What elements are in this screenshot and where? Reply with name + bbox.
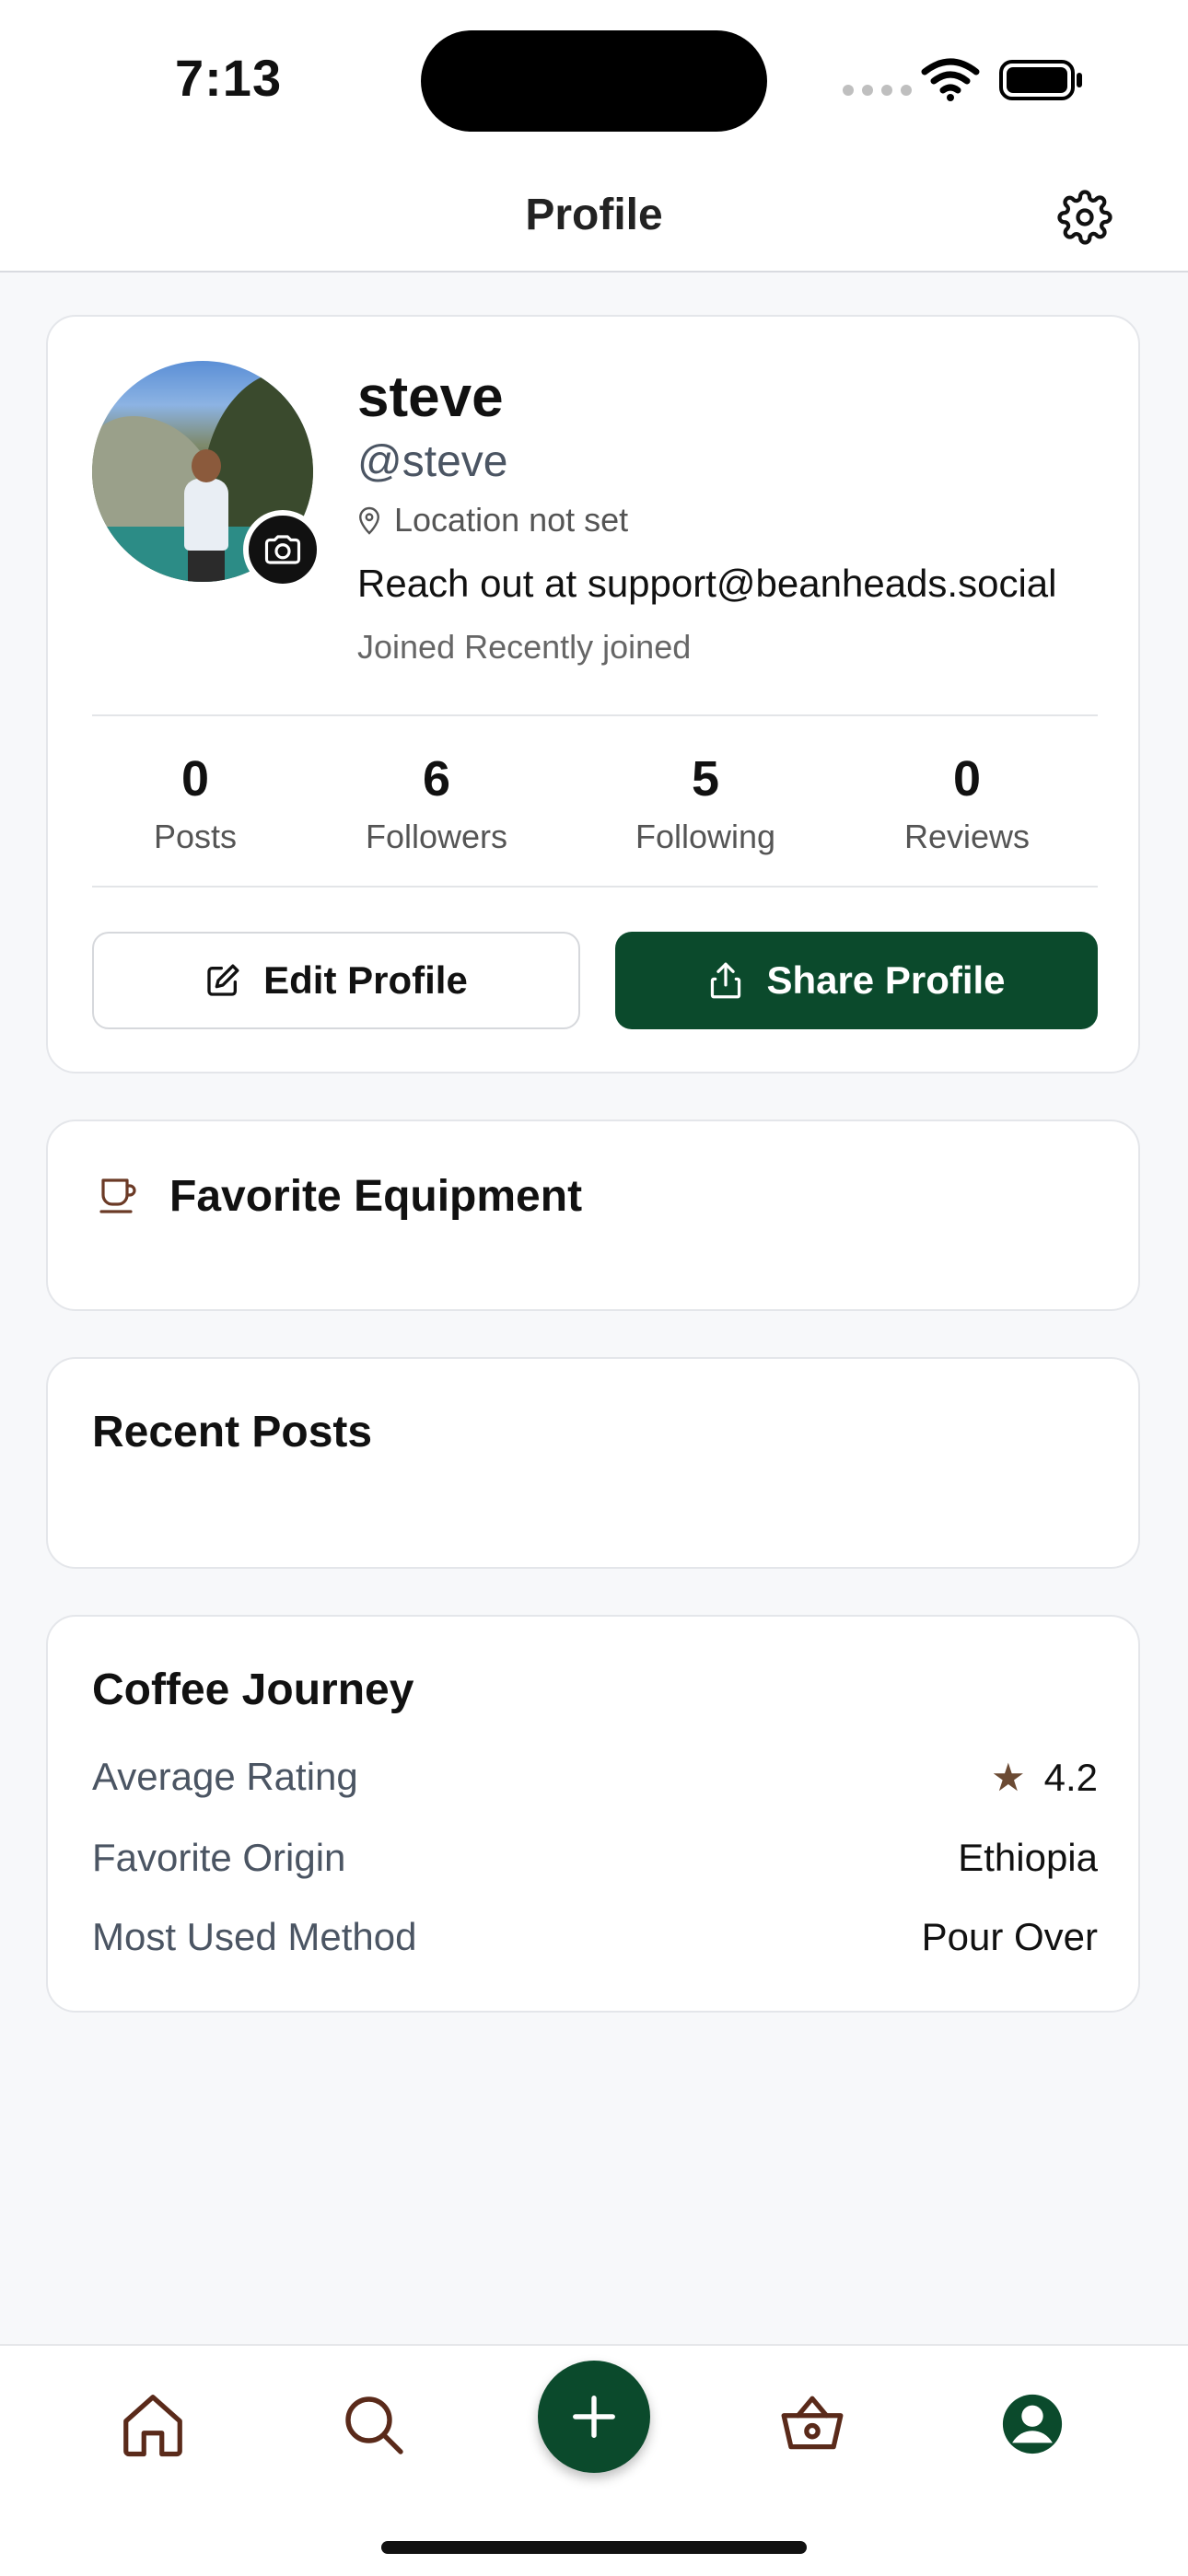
share-icon <box>711 962 741 999</box>
profile-stats: 0 Posts 6 Followers 5 Following 0 Review… <box>92 751 1098 862</box>
row-label: Most Used Method <box>92 1915 417 1958</box>
favorite-equipment-card: Favorite Equipment <box>46 1120 1140 1311</box>
share-profile-label: Share Profile <box>766 958 1006 1002</box>
recent-posts-card: Recent Posts <box>46 1357 1140 1569</box>
tab-home[interactable] <box>111 2383 194 2466</box>
stat-value: 6 <box>422 751 451 806</box>
profile-card: steve @steve Location not set Reach out … <box>46 315 1140 1073</box>
page-title: Profile <box>525 191 663 239</box>
stat-posts[interactable]: 0 Posts <box>154 751 237 856</box>
stat-value: 0 <box>952 751 982 806</box>
stat-row-most-used-method: Most Used Method Pour Over <box>92 1915 1098 1959</box>
stat-row-favorite-origin: Favorite Origin Ethiopia <box>92 1836 1098 1880</box>
average-rating-value: 4.2 <box>1043 1756 1098 1799</box>
edit-profile-button[interactable]: Edit Profile <box>92 932 580 1029</box>
home-indicator <box>381 2541 807 2554</box>
dynamic-island <box>421 30 767 132</box>
recent-posts-title: Recent Posts <box>92 1408 373 1456</box>
camera-icon <box>264 535 301 564</box>
cup-icon <box>99 1178 136 1213</box>
favorite-equipment-title: Favorite Equipment <box>169 1172 583 1221</box>
cellular-signal-icon <box>843 85 912 96</box>
tab-profile[interactable] <box>991 2383 1074 2466</box>
edit-profile-label: Edit Profile <box>263 958 468 1002</box>
stat-value: 5 <box>691 751 720 806</box>
profile-bio: Reach out at support@beanheads.social <box>357 562 1057 605</box>
location-text: Location not set <box>394 501 629 539</box>
stat-reviews[interactable]: 0 Reviews <box>904 751 1030 856</box>
tab-basket[interactable] <box>771 2383 854 2466</box>
stat-following[interactable]: 5 Following <box>635 751 775 856</box>
status-bar: 7:13 <box>0 0 1188 157</box>
stat-label: Following <box>635 818 776 855</box>
top-header: Profile <box>0 157 1188 273</box>
gear-icon[interactable] <box>1057 190 1112 245</box>
plus-icon <box>573 2396 615 2438</box>
profile-name: steve <box>357 366 504 429</box>
location-pin-icon <box>359 506 379 535</box>
stat-followers[interactable]: 6 Followers <box>366 751 507 856</box>
status-time: 7:13 <box>175 49 283 107</box>
coffee-journey-title: Coffee Journey <box>92 1665 414 1714</box>
coffee-journey-card: Coffee Journey Average Rating ★ 4.2 Favor… <box>46 1615 1140 2013</box>
profile-location: Location not set <box>357 501 628 540</box>
profile-handle: @steve <box>357 437 508 486</box>
stat-label: Followers <box>365 818 508 855</box>
basket-icon <box>781 2396 844 2450</box>
change-photo-button[interactable] <box>243 510 322 589</box>
home-icon <box>123 2395 182 2457</box>
profile-icon <box>1002 2394 1063 2454</box>
wifi-icon <box>921 58 980 101</box>
stat-value: 0 <box>181 751 210 806</box>
row-value: Ethiopia <box>958 1836 1098 1879</box>
row-label: Average Rating <box>92 1755 358 1798</box>
battery-icon <box>999 60 1082 100</box>
row-value: ★ 4.2 <box>991 1755 1098 1800</box>
stat-row-average-rating: Average Rating ★ 4.2 <box>92 1755 1098 1800</box>
row-label: Favorite Origin <box>92 1836 346 1879</box>
share-profile-button[interactable]: Share Profile <box>615 932 1098 1029</box>
star-icon: ★ <box>990 1756 1026 1799</box>
stat-label: Posts <box>153 818 238 855</box>
tab-search[interactable] <box>332 2383 414 2466</box>
divider <box>92 714 1098 716</box>
edit-icon <box>207 964 239 996</box>
search-icon <box>345 2396 403 2454</box>
divider <box>92 886 1098 888</box>
row-value: Pour Over <box>921 1915 1098 1958</box>
joined-date: Joined Recently joined <box>357 628 692 666</box>
create-post-button[interactable] <box>538 2361 650 2473</box>
stat-label: Reviews <box>903 818 1031 855</box>
